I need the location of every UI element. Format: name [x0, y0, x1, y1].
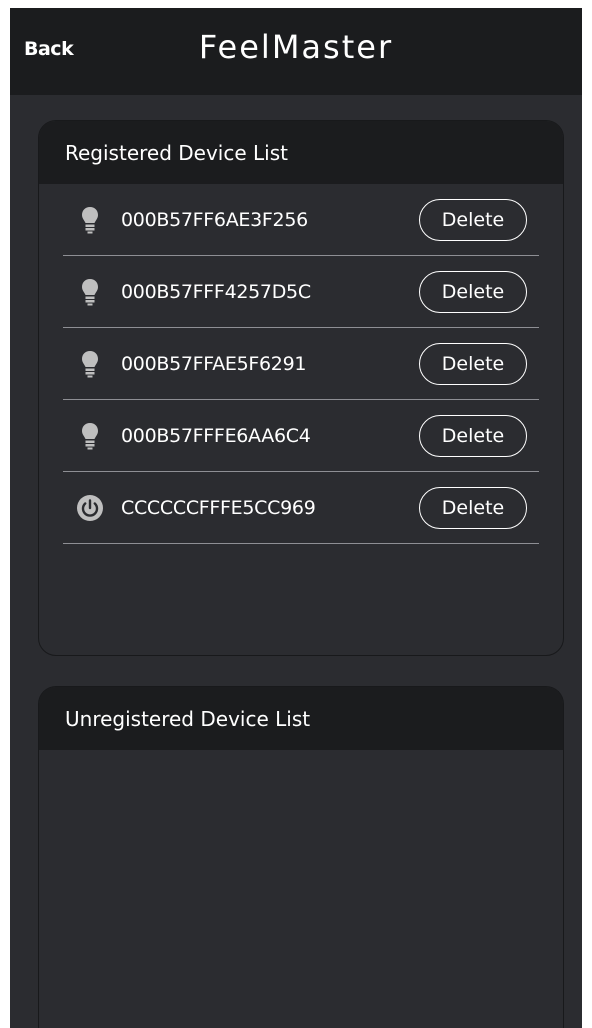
device-id: 000B57FF6AE3F256	[121, 208, 308, 231]
lightbulb-icon	[75, 277, 105, 307]
device-row: 000B57FFAE5F6291 Delete	[63, 328, 539, 400]
unregistered-device-card: Unregistered Device List	[38, 686, 564, 1028]
power-icon	[75, 493, 105, 523]
app-screen: Back FeelMaster Registered Device List 0…	[10, 8, 582, 1028]
device-row: 000B57FFFE6AA6C4 Delete	[63, 400, 539, 472]
delete-button[interactable]: Delete	[419, 271, 527, 313]
registered-device-card: Registered Device List 000B57FF6AE3F256 …	[38, 120, 564, 656]
lightbulb-icon	[75, 421, 105, 451]
device-id: 000B57FFF4257D5C	[121, 280, 311, 303]
unregistered-device-list-title: Unregistered Device List	[39, 687, 563, 750]
device-id: 000B57FFFE6AA6C4	[121, 424, 311, 447]
delete-button[interactable]: Delete	[419, 415, 527, 457]
delete-button[interactable]: Delete	[419, 487, 527, 529]
device-row: CCCCCCFFFE5CC969 Delete	[63, 472, 539, 544]
device-id: CCCCCCFFFE5CC969	[121, 496, 316, 519]
delete-button[interactable]: Delete	[419, 199, 527, 241]
lightbulb-icon	[75, 205, 105, 235]
registered-device-list: 000B57FF6AE3F256 Delete 000B57FFF4257D5C…	[39, 184, 563, 544]
delete-button[interactable]: Delete	[419, 343, 527, 385]
device-id: 000B57FFAE5F6291	[121, 352, 307, 375]
registered-device-list-title: Registered Device List	[39, 121, 563, 184]
device-row: 000B57FFF4257D5C Delete	[63, 256, 539, 328]
lightbulb-icon	[75, 349, 105, 379]
device-row: 000B57FF6AE3F256 Delete	[63, 184, 539, 256]
top-bar: Back FeelMaster	[10, 8, 582, 95]
app-title: FeelMaster	[198, 28, 394, 66]
